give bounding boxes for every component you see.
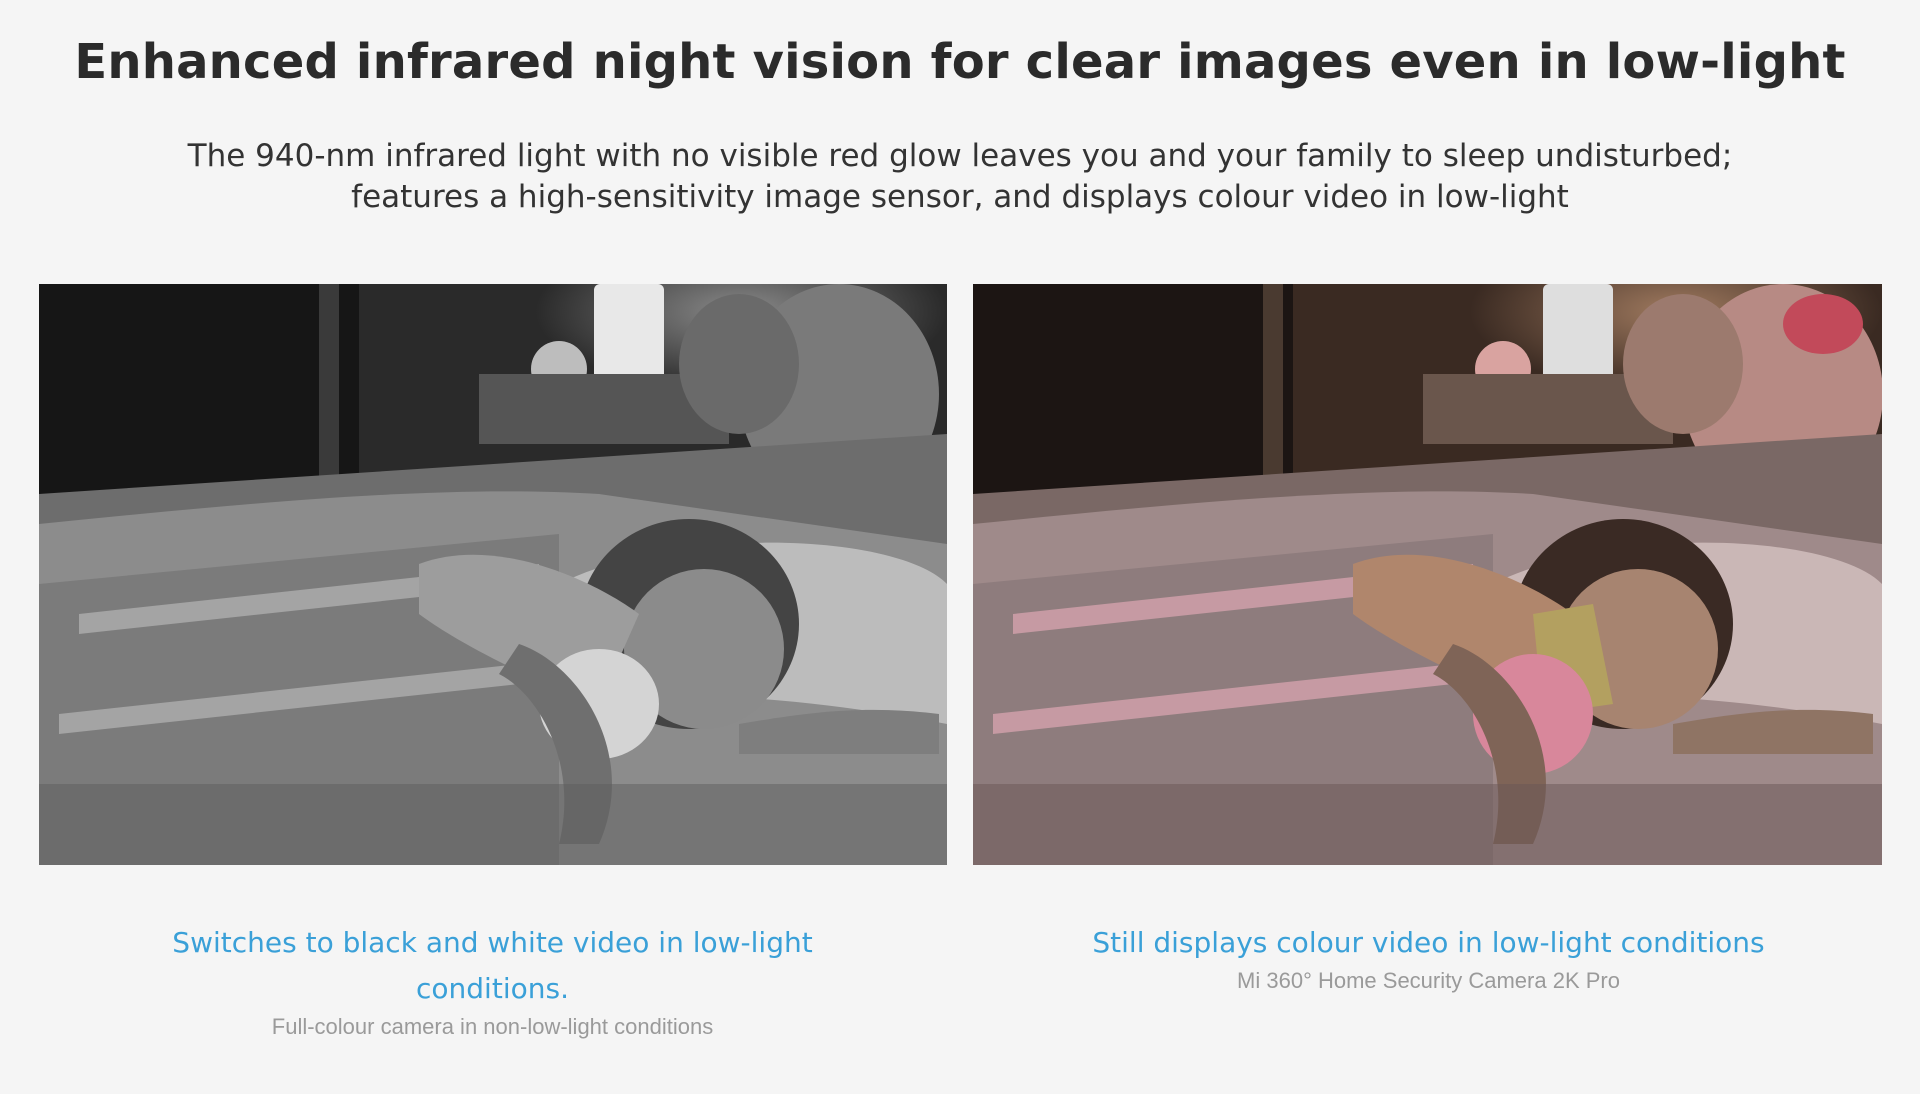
bw-caption-title: Switches to black and white video in low… [172,926,813,1005]
colour-night-vision-image [973,284,1882,865]
bw-caption-note: Full-colour camera in non-low-light cond… [271,1014,714,1039]
colour-caption-note: Mi 360° Home Security Camera 2K Pro [1237,968,1620,993]
subtitle-line-2: features a high-sensitivity image sensor… [351,179,1569,215]
section-subtitle: The 940-nm infrared light with no visibl… [160,136,1760,218]
bw-caption: Switches to black and white video in low… [150,920,835,1040]
sleeping-child-bw-illustration [39,284,947,865]
bw-night-vision-image [39,284,947,865]
colour-caption-title: Still displays colour video in low-light… [1092,926,1765,959]
colour-caption: Still displays colour video in low-light… [1040,920,1817,994]
section-headline: Enhanced infrared night vision for clear… [74,34,1846,90]
subtitle-line-1: The 940-nm infrared light with no visibl… [187,138,1733,174]
sleeping-child-colour-illustration [973,284,1882,865]
